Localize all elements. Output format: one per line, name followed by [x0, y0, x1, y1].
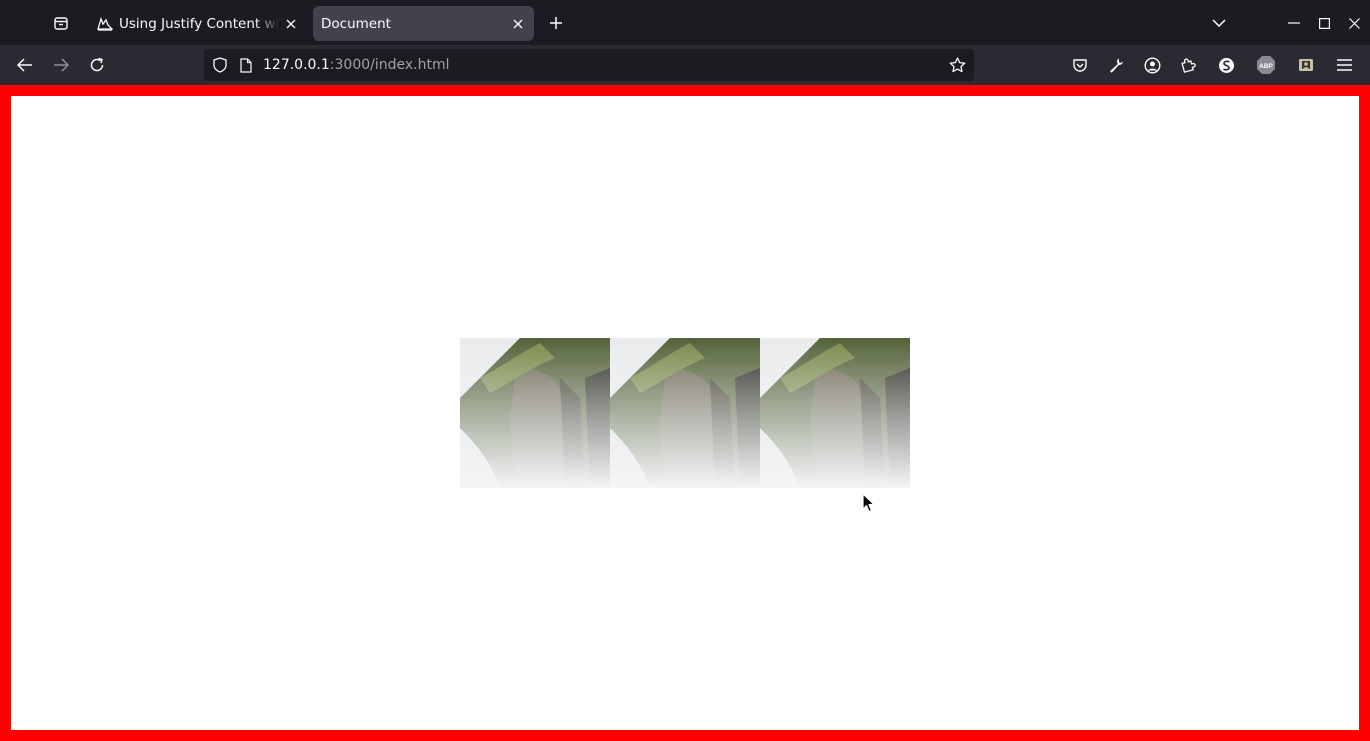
minimize-icon[interactable]: [1279, 8, 1309, 38]
cliff-image: [460, 338, 610, 488]
reload-icon[interactable]: [82, 50, 112, 80]
pocket-icon[interactable]: [1066, 51, 1094, 79]
svg-text:ABP: ABP: [1259, 63, 1273, 70]
chevron-down-icon[interactable]: [1205, 9, 1233, 37]
hamburger-menu-icon[interactable]: [1330, 51, 1358, 79]
tab-title: Document: [321, 15, 391, 32]
mouse-cursor-icon: [862, 493, 875, 513]
abp-icon[interactable]: ABP: [1252, 51, 1280, 79]
sync-icon[interactable]: [1212, 51, 1240, 79]
extension-icon[interactable]: [1292, 51, 1320, 79]
star-icon[interactable]: [948, 56, 966, 74]
back-arrow-icon[interactable]: [10, 50, 40, 80]
url-host: 127.0.0.1: [263, 57, 330, 73]
page-body: [0, 85, 1370, 741]
tab-strip: Using Justify Content with Document: [0, 0, 1370, 45]
account-icon[interactable]: [1138, 51, 1166, 79]
url-path: :3000/index.html: [329, 57, 450, 73]
tab-manager-icon[interactable]: [47, 9, 75, 37]
image-gallery: [460, 338, 910, 488]
forward-arrow-icon[interactable]: [46, 50, 76, 80]
cliff-image: [760, 338, 910, 488]
puzzle-icon[interactable]: [1174, 51, 1202, 79]
close-window-icon[interactable]: [1339, 8, 1369, 38]
address-bar[interactable]: 127.0.0.1:3000/index.html: [204, 49, 974, 81]
url-text[interactable]: 127.0.0.1:3000/index.html: [263, 57, 450, 73]
maximize-icon[interactable]: [1309, 8, 1339, 38]
cliff-image: [610, 338, 760, 488]
shield-icon[interactable]: [211, 56, 229, 74]
close-tab-icon[interactable]: [506, 12, 530, 36]
site-favicon-icon: [97, 16, 113, 32]
tab-title: Using Justify Content with: [119, 15, 279, 32]
navigation-toolbar: 127.0.0.1:3000/index.html ABP: [0, 45, 1370, 85]
tab-justify-content[interactable]: Using Justify Content with: [87, 6, 307, 41]
page-icon[interactable]: [237, 56, 255, 74]
close-tab-icon[interactable]: [279, 12, 303, 36]
plus-icon[interactable]: [542, 9, 570, 37]
tab-document[interactable]: Document: [313, 6, 534, 41]
wrench-icon[interactable]: [1102, 51, 1130, 79]
